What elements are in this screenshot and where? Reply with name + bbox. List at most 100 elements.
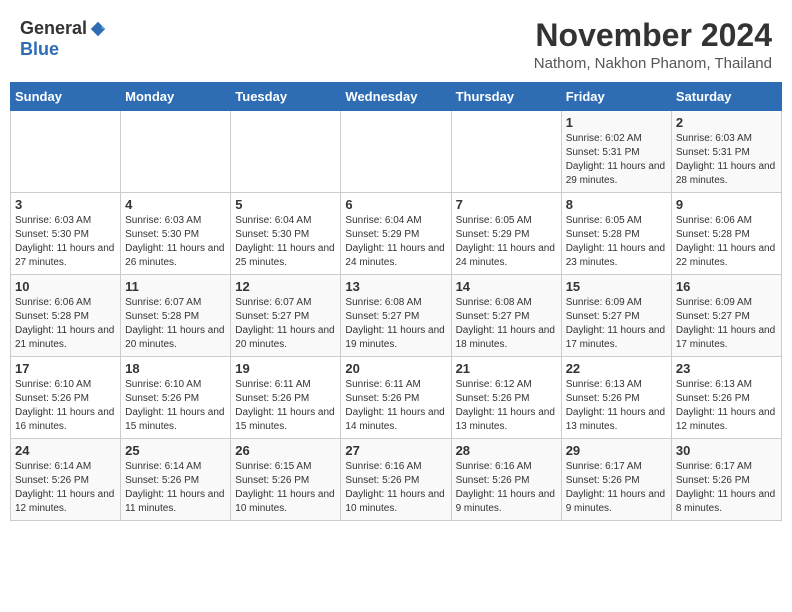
location-title: Nathom, Nakhon Phanom, Thailand xyxy=(534,55,772,72)
calendar-cell: 19Sunrise: 6:11 AM Sunset: 5:26 PM Dayli… xyxy=(231,357,341,439)
day-info: Sunrise: 6:03 AM Sunset: 5:30 PM Dayligh… xyxy=(15,214,116,270)
day-info: Sunrise: 6:14 AM Sunset: 5:26 PM Dayligh… xyxy=(15,460,116,516)
day-info: Sunrise: 6:06 AM Sunset: 5:28 PM Dayligh… xyxy=(676,214,777,270)
calendar-cell: 3 Sunrise: 6:03 AM Sunset: 5:30 PM Daylig… xyxy=(11,193,121,275)
day-info: Sunrise: 6:08 AM Sunset: 5:27 PM Dayligh… xyxy=(456,296,557,352)
calendar-cell: 30 Sunrise: 6:17 AM Sunset: 5:26 PM Dayli… xyxy=(671,439,781,521)
page-header: General Blue November 2024 Nathom, Nakho… xyxy=(10,10,782,76)
calendar-week-row: 3 Sunrise: 6:03 AM Sunset: 5:30 PM Daylig… xyxy=(11,193,782,275)
weekday-header-thursday: Thursday xyxy=(451,83,561,111)
weekday-header-row: SundayMondayTuesdayWednesdayThursdayFrid… xyxy=(11,83,782,111)
day-info: Sunrise: 6:06 AM Sunset: 5:28 PM Dayligh… xyxy=(15,296,116,352)
calendar-cell: 21 Sunrise: 6:12 AM Sunset: 5:26 PM Dayli… xyxy=(451,357,561,439)
day-info: Sunrise: 6:07 AM Sunset: 5:27 PM Dayligh… xyxy=(235,296,336,352)
calendar-cell: 10 Sunrise: 6:06 AM Sunset: 5:28 PM Dayli… xyxy=(11,275,121,357)
calendar-cell: 17Sunrise: 6:10 AM Sunset: 5:26 PM Dayli… xyxy=(11,357,121,439)
day-info: Sunrise: 6:11 AM Sunset: 5:26 PM Dayligh… xyxy=(235,378,336,434)
day-info: Sunrise: 6:13 AM Sunset: 5:26 PM Dayligh… xyxy=(566,378,667,434)
calendar-cell xyxy=(121,111,231,193)
calendar-cell: 6Sunrise: 6:04 AM Sunset: 5:29 PM Daylig… xyxy=(341,193,451,275)
day-number: 15 xyxy=(566,279,667,294)
calendar-cell xyxy=(451,111,561,193)
calendar-week-row: 10 Sunrise: 6:06 AM Sunset: 5:28 PM Dayli… xyxy=(11,275,782,357)
day-number: 11 xyxy=(125,279,226,294)
day-number: 1 xyxy=(566,115,667,130)
day-info: Sunrise: 6:07 AM Sunset: 5:28 PM Dayligh… xyxy=(125,296,226,352)
day-info: Sunrise: 6:09 AM Sunset: 5:27 PM Dayligh… xyxy=(566,296,667,352)
calendar-week-row: 17 Sunrise: 6:10 AM Sunset: 5:26 PM Dayli… xyxy=(11,357,782,439)
day-number: 16 xyxy=(676,279,777,294)
day-info: Sunrise: 6:10 AM Sunset: 5:26 PM Dayligh… xyxy=(125,378,226,434)
calendar-cell: 22Sunrise: 6:13 AM Sunset: 5:26 PM Dayli… xyxy=(561,357,671,439)
day-info: Sunrise: 6:04 AM Sunset: 5:30 PM Dayligh… xyxy=(235,214,336,270)
day-info: Sunrise: 6:17 AM Sunset: 5:26 PM Dayligh… xyxy=(676,460,777,516)
day-number: 20 xyxy=(345,361,446,376)
calendar-table: SundayMondayTuesdayWednesdayThursdayFrid… xyxy=(10,82,782,521)
weekday-header-sunday: Sunday xyxy=(11,83,121,111)
day-number: 7 xyxy=(456,197,557,212)
day-number: 21 xyxy=(456,361,557,376)
day-number: 3 xyxy=(15,197,116,212)
calendar-week-row: 24 Sunrise: 6:14 AM Sunset: 5:26 PM Dayli… xyxy=(11,439,782,521)
day-info: Sunrise: 6:11 AM Sunset: 5:26 PM Dayligh… xyxy=(345,378,446,434)
calendar-cell: 15 Sunrise: 6:09 AM Sunset: 5:27 PM Dayli… xyxy=(561,275,671,357)
day-number: 23 xyxy=(676,361,777,376)
day-number: 29 xyxy=(566,443,667,458)
calendar-cell: 8 Sunrise: 6:05 AM Sunset: 5:28 PM Daylig… xyxy=(561,193,671,275)
calendar-cell xyxy=(11,111,121,193)
day-number: 12 xyxy=(235,279,336,294)
day-info: Sunrise: 6:03 AM Sunset: 5:31 PM Dayligh… xyxy=(676,132,777,188)
day-info: Sunrise: 6:16 AM Sunset: 5:26 PM Dayligh… xyxy=(345,460,446,516)
day-info: Sunrise: 6:14 AM Sunset: 5:26 PM Dayligh… xyxy=(125,460,226,516)
calendar-cell: 23 Sunrise: 6:13 AM Sunset: 5:26 PM Dayli… xyxy=(671,357,781,439)
day-info: Sunrise: 6:13 AM Sunset: 5:26 PM Dayligh… xyxy=(676,378,777,434)
day-number: 5 xyxy=(235,197,336,212)
day-number: 25 xyxy=(125,443,226,458)
day-info: Sunrise: 6:09 AM Sunset: 5:27 PM Dayligh… xyxy=(676,296,777,352)
day-number: 8 xyxy=(566,197,667,212)
day-number: 4 xyxy=(125,197,226,212)
day-info: Sunrise: 6:05 AM Sunset: 5:28 PM Dayligh… xyxy=(566,214,667,270)
calendar-cell: 27Sunrise: 6:16 AM Sunset: 5:26 PM Dayli… xyxy=(341,439,451,521)
calendar-cell: 25 Sunrise: 6:14 AM Sunset: 5:26 PM Dayli… xyxy=(121,439,231,521)
calendar-cell: 26Sunrise: 6:15 AM Sunset: 5:26 PM Dayli… xyxy=(231,439,341,521)
day-number: 24 xyxy=(15,443,116,458)
calendar-cell xyxy=(231,111,341,193)
calendar-cell: 7 Sunrise: 6:05 AM Sunset: 5:29 PM Daylig… xyxy=(451,193,561,275)
calendar-cell: 1 Sunrise: 6:02 AM Sunset: 5:31 PM Daylig… xyxy=(561,111,671,193)
day-number: 17 xyxy=(15,361,116,376)
weekday-header-tuesday: Tuesday xyxy=(231,83,341,111)
calendar-week-row: 1 Sunrise: 6:02 AM Sunset: 5:31 PM Daylig… xyxy=(11,111,782,193)
calendar-cell: 5 Sunrise: 6:04 AM Sunset: 5:30 PM Daylig… xyxy=(231,193,341,275)
calendar-cell: 12 Sunrise: 6:07 AM Sunset: 5:27 PM Dayli… xyxy=(231,275,341,357)
calendar-cell: 28Sunrise: 6:16 AM Sunset: 5:26 PM Dayli… xyxy=(451,439,561,521)
day-number: 2 xyxy=(676,115,777,130)
day-info: Sunrise: 6:17 AM Sunset: 5:26 PM Dayligh… xyxy=(566,460,667,516)
weekday-header-saturday: Saturday xyxy=(671,83,781,111)
title-block: November 2024 Nathom, Nakhon Phanom, Tha… xyxy=(534,18,772,72)
logo: General Blue xyxy=(20,18,107,60)
day-info: Sunrise: 6:08 AM Sunset: 5:27 PM Dayligh… xyxy=(345,296,446,352)
calendar-cell: 11 Sunrise: 6:07 AM Sunset: 5:28 PM Dayli… xyxy=(121,275,231,357)
month-title: November 2024 xyxy=(534,18,772,53)
day-number: 9 xyxy=(676,197,777,212)
day-number: 10 xyxy=(15,279,116,294)
logo-icon xyxy=(89,20,107,38)
logo-general-text: General xyxy=(20,18,87,39)
day-number: 6 xyxy=(345,197,446,212)
weekday-header-wednesday: Wednesday xyxy=(341,83,451,111)
day-info: Sunrise: 6:02 AM Sunset: 5:31 PM Dayligh… xyxy=(566,132,667,188)
day-info: Sunrise: 6:16 AM Sunset: 5:26 PM Dayligh… xyxy=(456,460,557,516)
calendar-cell: 20 Sunrise: 6:11 AM Sunset: 5:26 PM Dayli… xyxy=(341,357,451,439)
day-info: Sunrise: 6:03 AM Sunset: 5:30 PM Dayligh… xyxy=(125,214,226,270)
calendar-cell: 9 Sunrise: 6:06 AM Sunset: 5:28 PM Daylig… xyxy=(671,193,781,275)
calendar-cell: 29 Sunrise: 6:17 AM Sunset: 5:26 PM Dayli… xyxy=(561,439,671,521)
logo-blue-text: Blue xyxy=(20,39,59,60)
day-info: Sunrise: 6:12 AM Sunset: 5:26 PM Dayligh… xyxy=(456,378,557,434)
calendar-cell xyxy=(341,111,451,193)
weekday-header-monday: Monday xyxy=(121,83,231,111)
day-number: 30 xyxy=(676,443,777,458)
calendar-cell: 2 Sunrise: 6:03 AM Sunset: 5:31 PM Daylig… xyxy=(671,111,781,193)
day-number: 13 xyxy=(345,279,446,294)
day-info: Sunrise: 6:05 AM Sunset: 5:29 PM Dayligh… xyxy=(456,214,557,270)
